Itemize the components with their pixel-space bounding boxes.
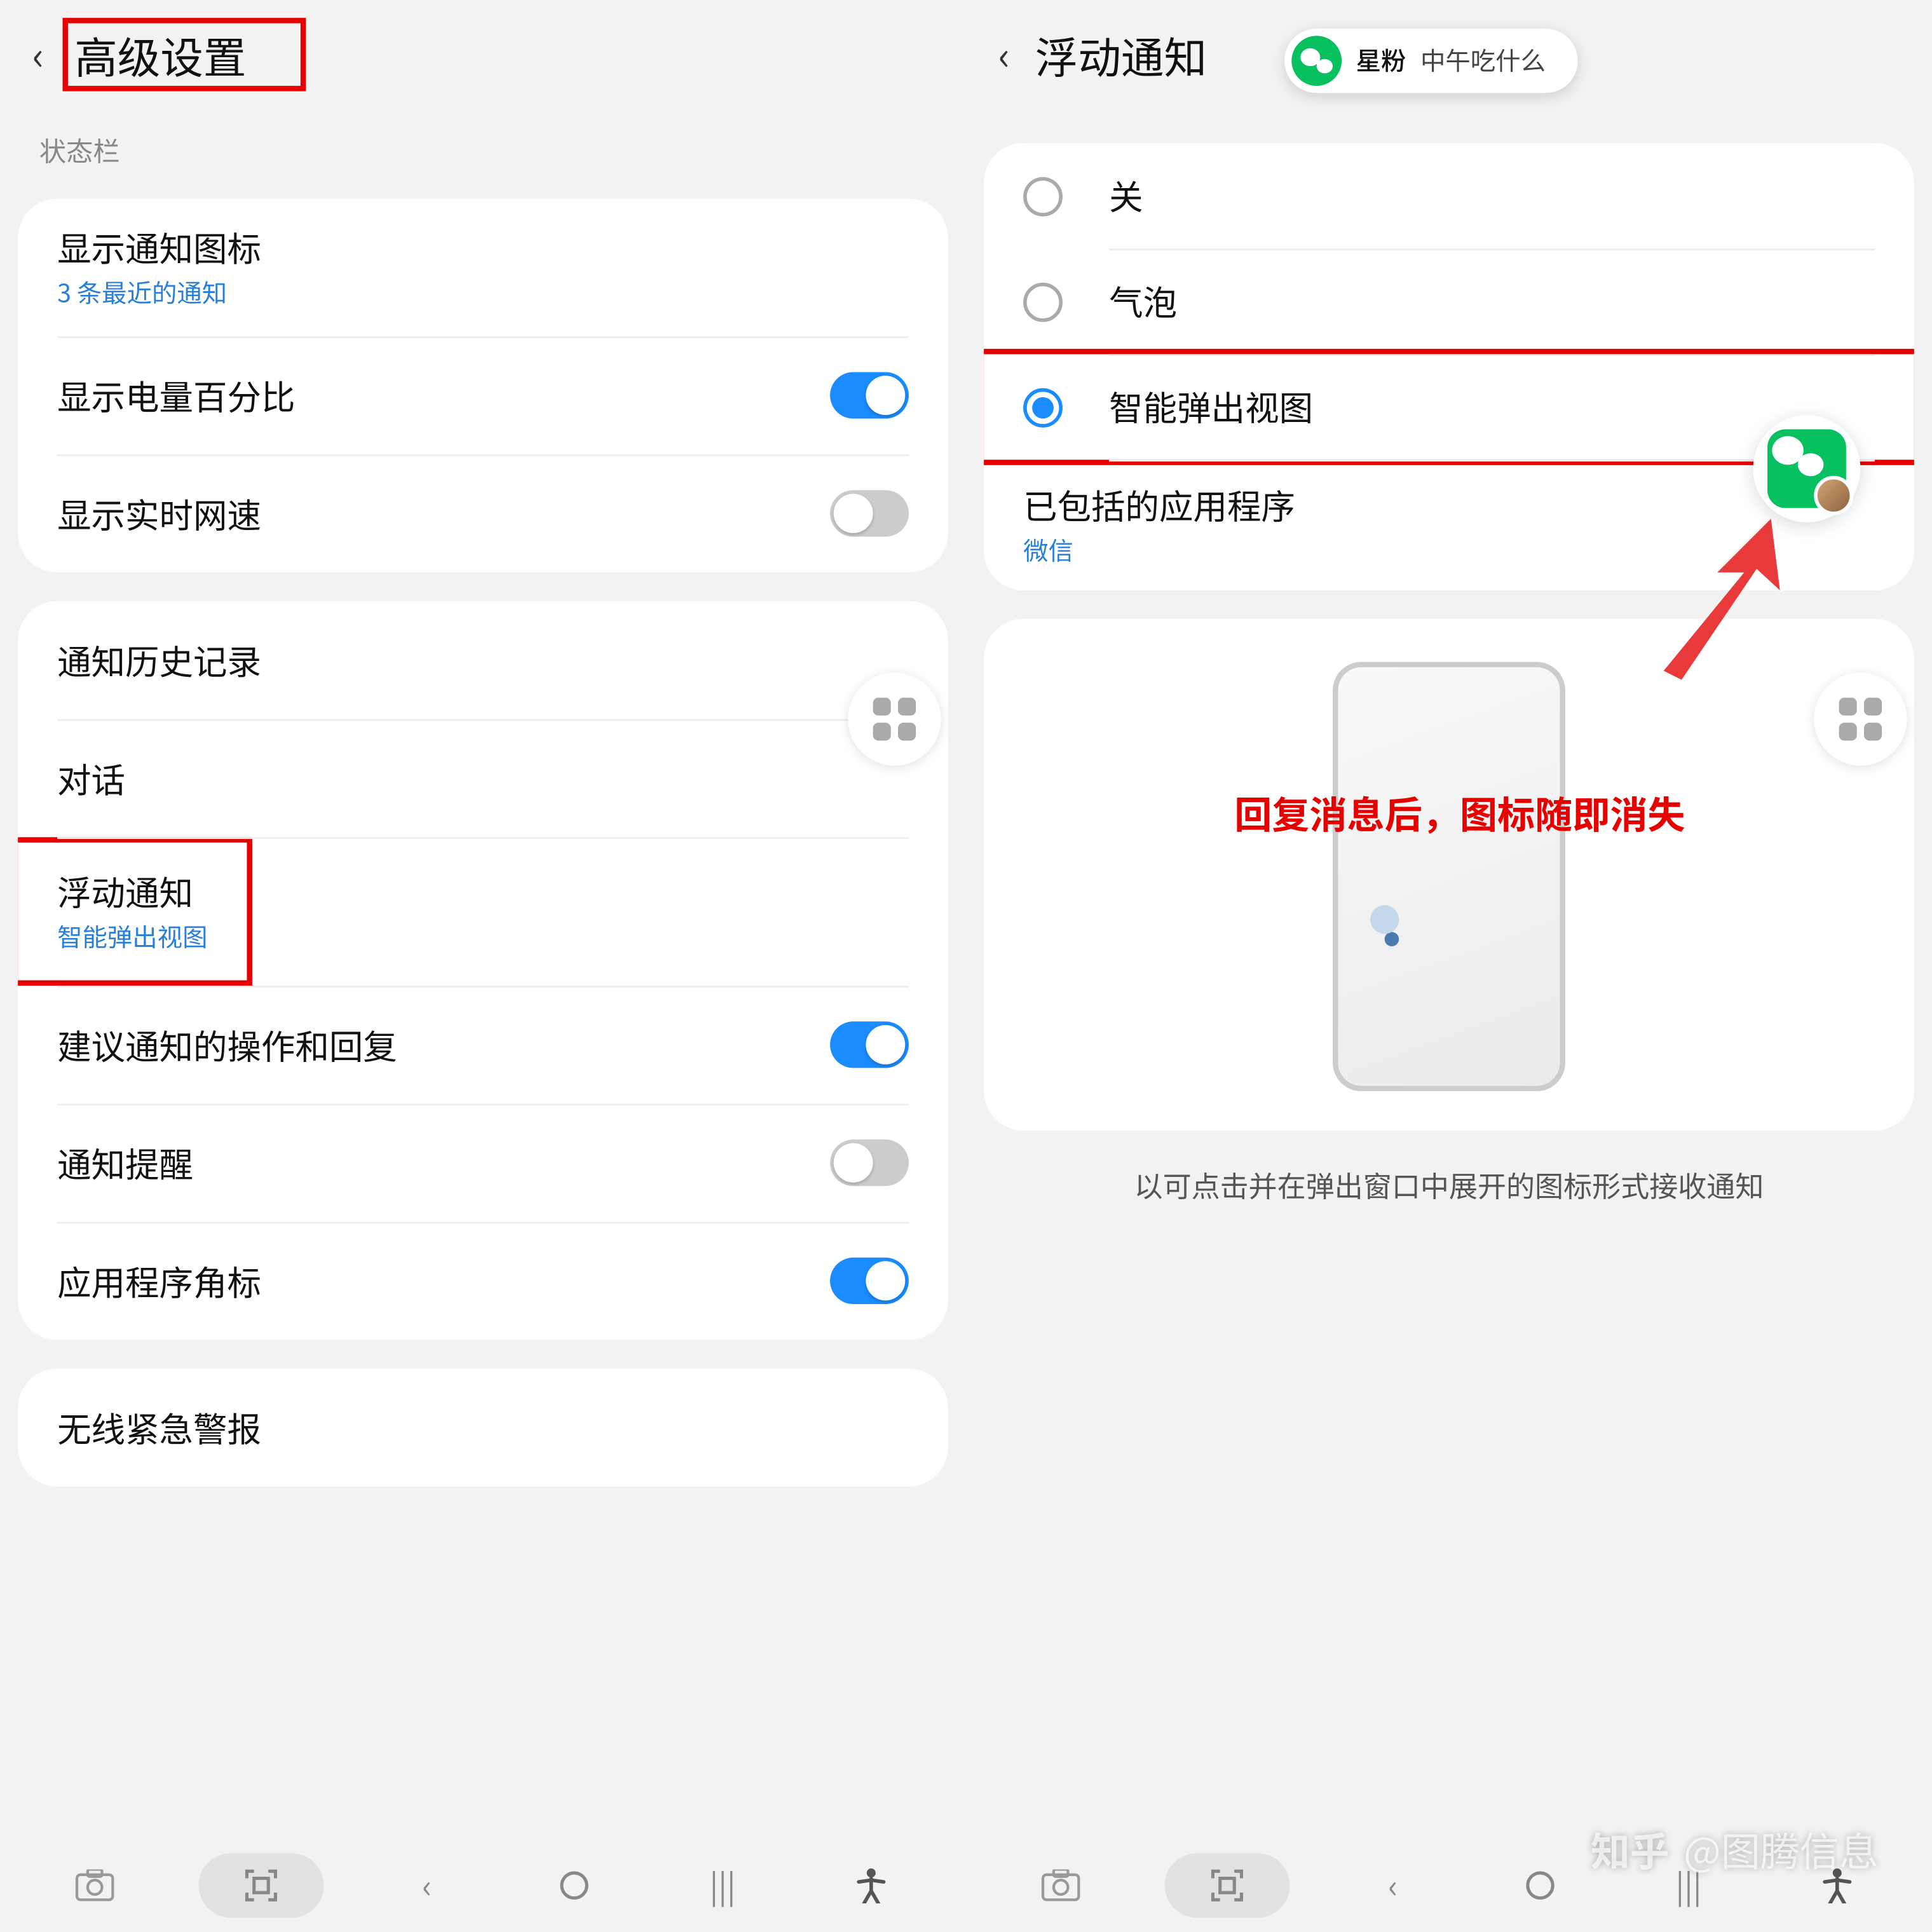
- floating-pill-notification[interactable]: 星粉 中午吃什么: [1284, 29, 1578, 93]
- row-conversations[interactable]: 对话: [18, 719, 948, 838]
- multitask-icon[interactable]: [1814, 672, 1907, 765]
- nav-home-icon[interactable]: [1496, 1853, 1586, 1917]
- row-title: 应用程序角标: [57, 1256, 830, 1305]
- row-title: 显示通知图标: [57, 224, 909, 272]
- row-title: 浮动通知: [57, 867, 207, 916]
- row-battery-percent[interactable]: 显示电量百分比: [18, 336, 948, 454]
- row-suggest-actions[interactable]: 建议通知的操作和回复: [18, 986, 948, 1104]
- pill-message: 中午吃什么: [1420, 43, 1546, 79]
- status-bar-group: 显示通知图标 3 条最近的通知 显示电量百分比 显示实时网速: [18, 198, 948, 572]
- toggle-suggest[interactable]: [830, 1021, 909, 1068]
- radio-off[interactable]: 关: [984, 143, 1914, 248]
- row-title: 建议通知的操作和回复: [57, 1021, 830, 1069]
- left-screen: ‹ 高级设置 状态栏 显示通知图标 3 条最近的通知 显示电量百分比 显示实时网…: [0, 0, 966, 1932]
- radio-bubble[interactable]: 气泡: [984, 248, 1914, 354]
- row-title: 无线紧急警报: [57, 1403, 909, 1452]
- page-title-right: 浮动通知: [1035, 22, 1207, 85]
- toggle-badge[interactable]: [830, 1258, 909, 1304]
- nav-recent-icon[interactable]: |||: [678, 1853, 768, 1917]
- floating-bubble[interactable]: [1753, 415, 1861, 522]
- row-notif-reminder[interactable]: 通知提醒: [18, 1104, 948, 1222]
- row-notification-icons[interactable]: 显示通知图标 3 条最近的通知: [18, 198, 948, 336]
- back-icon[interactable]: ‹: [988, 15, 1021, 93]
- radio-label: 气泡: [1109, 277, 1177, 325]
- scan-icon[interactable]: [198, 1853, 323, 1917]
- nav-back-icon[interactable]: ‹: [1348, 1853, 1438, 1917]
- nav-back-icon[interactable]: ‹: [382, 1853, 472, 1917]
- scan-icon[interactable]: [1164, 1853, 1289, 1917]
- zhihu-logo-icon: 知乎: [1591, 1821, 1670, 1878]
- camera-icon[interactable]: [51, 1853, 140, 1917]
- toggle-netspeed[interactable]: [830, 490, 909, 536]
- row-app-badge[interactable]: 应用程序角标: [18, 1222, 948, 1340]
- avatar: [1814, 476, 1853, 515]
- toggle-reminder[interactable]: [830, 1139, 909, 1186]
- radio-icon: [1023, 387, 1063, 426]
- navbar-left: ‹ |||: [0, 1839, 966, 1932]
- wechat-icon: [1767, 430, 1846, 508]
- radio-icon: [1023, 176, 1063, 215]
- row-subtitle: 3 条最近的通知: [57, 275, 909, 311]
- header-left: ‹ 高级设置: [0, 0, 966, 107]
- nav-home-icon[interactable]: [530, 1853, 620, 1917]
- radio-label: 关: [1109, 172, 1143, 220]
- toggle-battery[interactable]: [830, 372, 909, 418]
- page-title-left: 高级设置: [62, 17, 306, 90]
- row-floating-notif[interactable]: 浮动通知 智能弹出视图: [18, 837, 948, 986]
- wechat-icon: [1291, 36, 1342, 86]
- row-title: 显示电量百分比: [57, 371, 830, 419]
- pill-sender: 星粉: [1356, 43, 1406, 79]
- camera-icon[interactable]: [1017, 1853, 1106, 1917]
- info-text: 以可点击并在弹出窗口中展开的图标形式接收通知: [966, 1145, 1932, 1223]
- arrow-icon: [1646, 519, 1789, 679]
- notifications-group: 通知历史记录 对话 浮动通知 智能弹出视图 建议通知的操作和回复 通知提醒 应用…: [18, 601, 948, 1340]
- row-net-speed[interactable]: 显示实时网速: [18, 454, 948, 573]
- multitask-icon[interactable]: [848, 672, 941, 765]
- emergency-group: 无线紧急警报: [18, 1368, 948, 1486]
- radio-label: 智能弹出视图: [1109, 383, 1313, 431]
- phone-illustration: [1333, 662, 1565, 1091]
- back-icon[interactable]: ‹: [22, 15, 55, 93]
- row-subtitle: 智能弹出视图: [57, 920, 207, 955]
- row-title: 显示实时网速: [57, 489, 830, 538]
- right-screen: ‹ 浮动通知 关 气泡 智能弹出视图 已包括的应用程序 微信 以: [966, 0, 1932, 1932]
- section-label: 状态栏: [0, 107, 966, 184]
- radio-icon: [1023, 282, 1063, 321]
- annotation-text: 回复消息后，图标随即消失: [1234, 787, 1685, 841]
- preview-card: [984, 619, 1914, 1131]
- row-title: 对话: [57, 754, 909, 802]
- row-title: 通知提醒: [57, 1139, 830, 1187]
- row-title: 通知历史记录: [57, 636, 909, 684]
- row-notif-history[interactable]: 通知历史记录: [18, 601, 948, 719]
- accessibility-icon[interactable]: [826, 1853, 915, 1917]
- row-emergency-alerts[interactable]: 无线紧急警报: [18, 1368, 948, 1486]
- watermark: 知乎 知乎 @图腾信息 @图腾信息: [1591, 1821, 1879, 1878]
